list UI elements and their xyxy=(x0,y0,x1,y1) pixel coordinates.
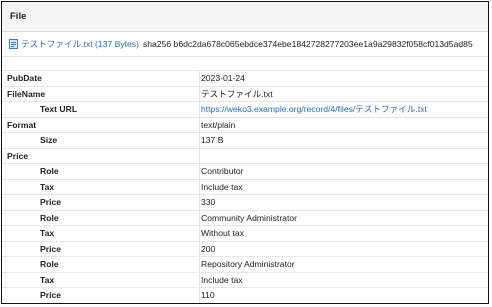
row-value: Without tax xyxy=(201,228,244,239)
file-entry: テストファイル.txt (137 Bytes) sha256 b6dc2da67… xyxy=(2,32,488,57)
row-price: Price 200 xyxy=(2,242,488,257)
row-value: Include tax xyxy=(201,274,243,285)
row-label: Price xyxy=(40,290,62,301)
row-filename: FileName テストファイル.txt xyxy=(2,87,488,102)
panel-title: File xyxy=(10,11,27,22)
file-panel: File テストファイル.txt (137 Bytes) sha256 b6dc… xyxy=(1,1,489,304)
row-value: Include tax xyxy=(201,181,243,192)
row-value: Community Administrator xyxy=(201,212,297,223)
row-role: Role Contributor xyxy=(2,164,488,180)
row-tax: Tax Without tax xyxy=(2,226,488,242)
file-download-link[interactable]: テストファイル.txt (137 Bytes) xyxy=(21,38,139,50)
row-label: Text URL xyxy=(40,104,78,115)
row-value: テストファイル.txt xyxy=(201,88,273,99)
row-role: Role Repository Administrator xyxy=(2,257,488,273)
file-icon xyxy=(9,39,18,49)
row-label: Price xyxy=(40,197,62,208)
row-tax: Tax Include tax xyxy=(2,180,488,195)
row-value: 330 xyxy=(201,197,216,208)
row-pubdate: PubDate 2023-01-24 xyxy=(2,71,488,87)
row-role: Role Community Administrator xyxy=(2,211,488,226)
row-price: Price 110 xyxy=(2,288,488,303)
row-label: Tax xyxy=(40,274,55,285)
row-price: Price 330 xyxy=(2,195,488,211)
row-label: Role xyxy=(40,212,59,223)
row-value: Contributor xyxy=(201,166,244,177)
row-label: Tax xyxy=(40,228,55,239)
row-value: 200 xyxy=(201,243,216,254)
row-label: Size xyxy=(40,135,58,146)
row-label: Role xyxy=(40,259,59,270)
row-size: Size 137 B xyxy=(2,133,488,149)
row-tax: Tax Include tax xyxy=(2,273,488,288)
row-price-group: Price xyxy=(2,149,488,164)
row-label: Price xyxy=(7,150,29,161)
column-divider xyxy=(199,71,200,303)
row-label: Format xyxy=(7,119,37,130)
row-label: FileName xyxy=(7,88,46,99)
row-label: Tax xyxy=(40,181,55,192)
row-value: 2023-01-24 xyxy=(201,73,245,84)
row-value: text/plain xyxy=(201,119,236,130)
text-url-link[interactable]: https://weko3.example.org/record/4/files… xyxy=(194,103,427,115)
row-text-url: Text URL https://weko3.example.org/recor… xyxy=(2,102,488,118)
row-label: Role xyxy=(40,166,59,177)
row-value: Repository Administrator xyxy=(201,259,295,270)
row-value: 110 xyxy=(201,290,215,301)
file-hash: sha256 b6dc2da678c065ebdce374ebe18427282… xyxy=(142,39,473,49)
row-label: Price xyxy=(40,243,62,254)
panel-header: File xyxy=(2,2,488,32)
metadata-table: PubDate 2023-01-24 FileName テストファイル.txt … xyxy=(2,71,488,303)
spacer xyxy=(2,57,488,71)
row-label: PubDate xyxy=(7,73,42,84)
row-format: Format text/plain xyxy=(2,118,488,133)
